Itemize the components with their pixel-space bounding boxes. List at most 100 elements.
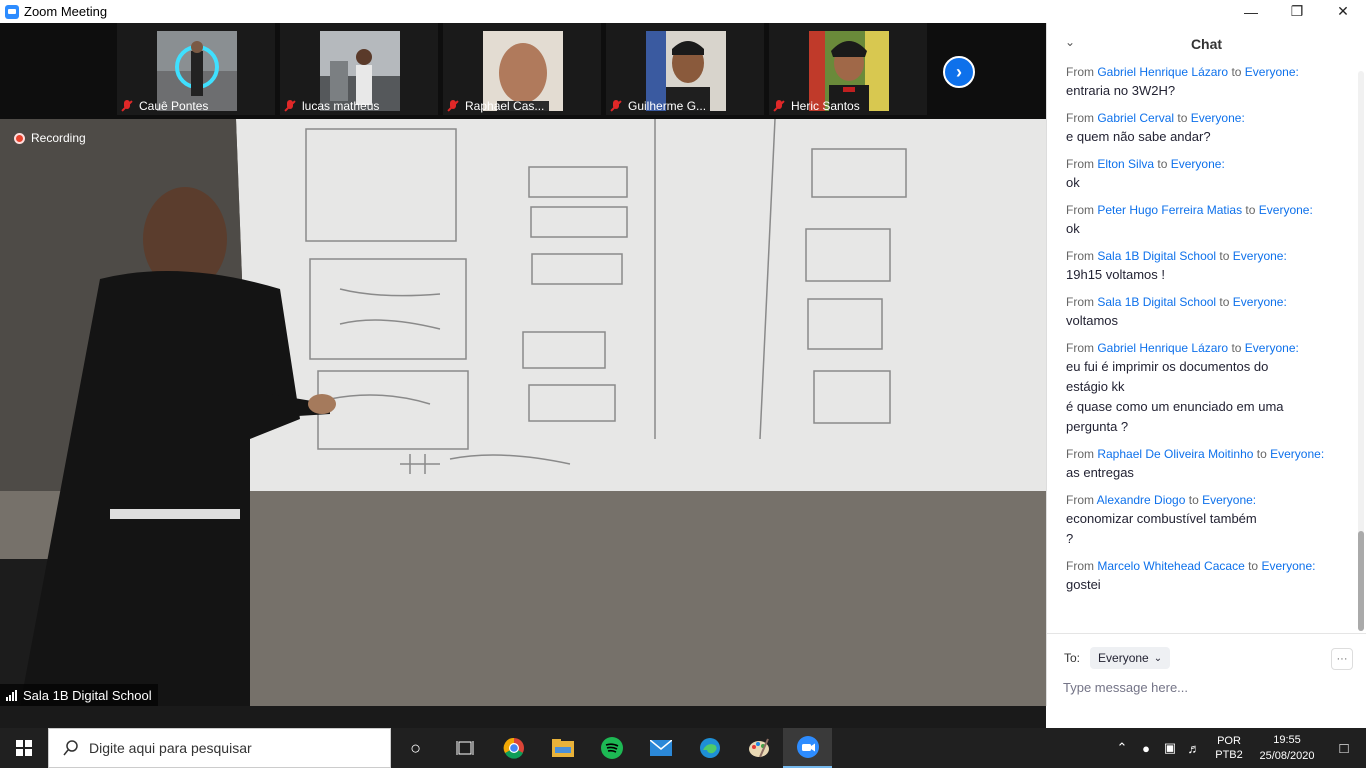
- recipient-value: Everyone: [1098, 651, 1149, 665]
- chat-message-header: From Sala 1B Digital School to Everyone:: [1066, 295, 1359, 310]
- video-area: Cauê Pontes lucas matheus Raphael Cas...…: [0, 23, 1046, 706]
- participant-tile[interactable]: Guilherme G...: [606, 23, 764, 115]
- chevron-up-icon[interactable]: ⌃: [1110, 740, 1134, 756]
- recipient-name: Everyone:: [1232, 295, 1287, 309]
- chat-message-header: From Alexandre Diogo to Everyone:: [1066, 493, 1359, 508]
- zoom-app-icon: [5, 4, 19, 19]
- from-word: From: [1066, 493, 1094, 507]
- speaker-video-frame: [0, 119, 1046, 706]
- recipient-name: Everyone:: [1170, 157, 1225, 171]
- to-word: to: [1188, 493, 1199, 507]
- paint-icon[interactable]: [734, 728, 783, 768]
- taskbar-search-box[interactable]: Digite aqui para pesquisar: [48, 728, 391, 768]
- spotify-icon[interactable]: [587, 728, 636, 768]
- next-page-arrow-icon[interactable]: ›: [943, 56, 975, 88]
- clock-time: 19:55: [1273, 734, 1301, 746]
- volume-icon[interactable]: ♬: [1182, 741, 1206, 756]
- chat-message: From Marcelo Whitehead Cacace to Everyon…: [1047, 559, 1359, 594]
- chat-scrollbar[interactable]: [1358, 71, 1364, 631]
- edge-icon[interactable]: [685, 728, 734, 768]
- from-word: From: [1066, 341, 1094, 355]
- sender-name[interactable]: Raphael De Oliveira Moitinho: [1097, 447, 1253, 461]
- from-word: From: [1066, 295, 1094, 309]
- mail-icon[interactable]: [636, 728, 685, 768]
- recipient-row: To: Everyone ⌄: [1064, 647, 1171, 669]
- maximize-button[interactable]: ❐: [1274, 0, 1320, 23]
- sender-name[interactable]: Elton Silva: [1097, 157, 1154, 171]
- chat-message-text: economizar combustível também: [1066, 511, 1257, 526]
- speaker-name-label: Sala 1B Digital School: [0, 684, 158, 706]
- network-icon[interactable]: ▣: [1158, 740, 1182, 756]
- chat-message-text: ?: [1066, 531, 1074, 546]
- recipient-select[interactable]: Everyone ⌄: [1090, 647, 1171, 669]
- task-view-icon[interactable]: [440, 728, 489, 768]
- participant-tile[interactable]: Raphael Cas...: [443, 23, 601, 115]
- microphone-icon[interactable]: ●: [1134, 741, 1158, 756]
- participant-tile[interactable]: Heric Santos: [769, 23, 927, 115]
- recording-label: Recording: [31, 131, 86, 145]
- sender-name[interactable]: Sala 1B Digital School: [1097, 295, 1216, 309]
- participant-tile[interactable]: Cauê Pontes: [117, 23, 275, 115]
- to-word: to: [1177, 111, 1188, 125]
- chat-message-list[interactable]: From Gabriel Henrique Lázaro to Everyone…: [1047, 65, 1359, 631]
- to-word: to: [1231, 341, 1242, 355]
- recipient-name: Everyone:: [1261, 559, 1316, 573]
- zoom-taskbar-icon[interactable]: [783, 728, 832, 768]
- window-controls: — ❐ ✕: [1228, 0, 1366, 23]
- chevron-down-icon[interactable]: ⌄: [1065, 35, 1075, 49]
- recipient-name: Everyone:: [1258, 203, 1313, 217]
- muted-mic-icon: [447, 100, 459, 112]
- sender-name[interactable]: Peter Hugo Ferreira Matias: [1097, 203, 1242, 217]
- chat-message-text: entraria no 3W2H?: [1066, 83, 1176, 98]
- chat-message-text: pergunta ?: [1066, 419, 1129, 434]
- to-word: to: [1219, 249, 1230, 263]
- windows-start-button[interactable]: [0, 728, 48, 768]
- windows-taskbar: Digite aqui para pesquisar ○ ⌃ ● ▣ ♬ POR…: [0, 728, 1366, 768]
- title-bar: Zoom Meeting — ❐ ✕: [0, 0, 1366, 23]
- recording-dot-icon: [14, 132, 25, 144]
- chat-message-header: From Marcelo Whitehead Cacace to Everyon…: [1066, 559, 1359, 574]
- window-bottom-strip: [0, 706, 1366, 728]
- scrollbar-thumb[interactable]: [1358, 531, 1364, 631]
- minimize-button[interactable]: —: [1228, 0, 1274, 23]
- chat-message: From Alexandre Diogo to Everyone: economi…: [1047, 493, 1359, 548]
- recipient-name: Everyone:: [1202, 493, 1257, 507]
- participant-name: lucas matheus: [302, 99, 380, 113]
- chat-message-text: 19h15 voltamos !: [1066, 267, 1166, 282]
- chat-message-header: From Gabriel Henrique Lázaro to Everyone…: [1066, 341, 1359, 356]
- chat-message-text: gostei: [1066, 577, 1101, 592]
- signal-strength-icon: [6, 689, 18, 701]
- sender-name[interactable]: Gabriel Cerval: [1097, 111, 1174, 125]
- from-word: From: [1066, 203, 1094, 217]
- sender-name[interactable]: Marcelo Whitehead Cacace: [1097, 559, 1244, 573]
- notification-icon[interactable]: □: [1322, 740, 1366, 757]
- participant-name-row: Cauê Pontes: [121, 97, 208, 115]
- more-options-button[interactable]: ···: [1331, 648, 1353, 670]
- participant-name-row: lucas matheus: [284, 97, 379, 115]
- recipient-name: Everyone:: [1270, 447, 1325, 461]
- close-button[interactable]: ✕: [1320, 0, 1366, 23]
- participant-tile[interactable]: lucas matheus: [280, 23, 438, 115]
- chat-message-header: From Elton Silva to Everyone:: [1066, 157, 1359, 172]
- sender-name[interactable]: Alexandre Diogo: [1097, 493, 1186, 507]
- chat-message-header: From Sala 1B Digital School to Everyone:: [1066, 249, 1359, 264]
- chat-message-header: From Gabriel Cerval to Everyone:: [1066, 111, 1359, 126]
- chrome-icon[interactable]: [489, 728, 538, 768]
- chat-message-input[interactable]: [1063, 677, 1353, 697]
- from-word: From: [1066, 111, 1094, 125]
- muted-mic-icon: [610, 100, 622, 112]
- system-clock[interactable]: 19:55 25/08/2020: [1252, 732, 1322, 764]
- windows-logo-icon: [16, 740, 32, 756]
- chat-panel: ⌄ Chat From Gabriel Henrique Lázaro to E…: [1046, 23, 1366, 706]
- sender-name[interactable]: Gabriel Henrique Lázaro: [1097, 341, 1228, 355]
- window-title: Zoom Meeting: [24, 4, 108, 19]
- sender-name[interactable]: Gabriel Henrique Lázaro: [1097, 65, 1228, 79]
- chat-header: ⌄ Chat: [1047, 23, 1366, 65]
- sender-name[interactable]: Sala 1B Digital School: [1097, 249, 1216, 263]
- chat-message-text: eu fui é imprimir os documentos do: [1066, 359, 1269, 374]
- file-explorer-icon[interactable]: [538, 728, 587, 768]
- input-language[interactable]: POR PTB2: [1212, 734, 1246, 762]
- keyboard-layout: PTB2: [1215, 749, 1243, 761]
- cortana-icon[interactable]: ○: [391, 728, 440, 768]
- participant-strip: Cauê Pontes lucas matheus Raphael Cas...…: [0, 23, 1046, 119]
